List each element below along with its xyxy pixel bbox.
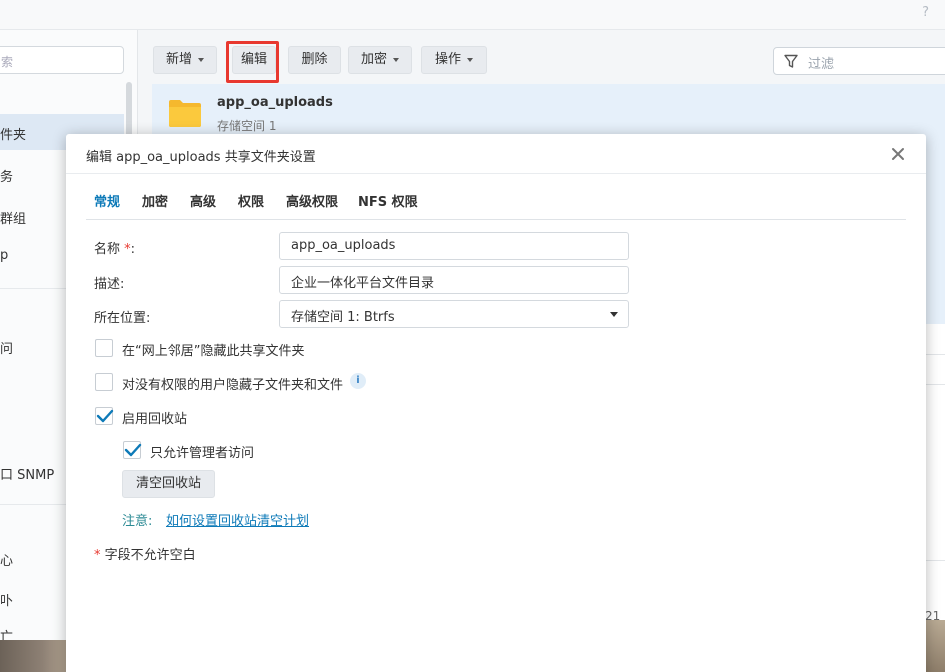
tabs-divider	[86, 219, 906, 220]
clear-recycle-bin-button[interactable]: 清空回收站	[122, 470, 215, 498]
admin-only-label: 只允许管理者访问	[150, 446, 255, 461]
filter-icon	[784, 54, 798, 68]
location-select[interactable]: 存储空间 1: Btrfs	[279, 300, 629, 328]
chevron-down-icon	[393, 57, 399, 62]
hide-subfolders-checkbox[interactable]	[95, 373, 113, 391]
tab-nfs-permissions[interactable]: NFS 权限	[358, 191, 418, 210]
folder-name: app_oa_uploads	[217, 95, 333, 110]
folder-volume: 存储空间 1	[217, 119, 277, 133]
checkmark-icon	[96, 409, 114, 423]
action-button-label: 操作	[434, 52, 461, 67]
tab-general[interactable]: 常规	[94, 191, 120, 210]
location-select-value: 存储空间 1: Btrfs	[291, 310, 395, 325]
sidebar-search-input[interactable]: 索	[0, 46, 124, 74]
chevron-down-icon	[467, 57, 473, 62]
chevron-down-icon	[198, 57, 204, 62]
location-label: 所在位置:	[94, 311, 151, 326]
name-label-text: 名称	[94, 242, 121, 257]
info-icon[interactable]: i	[350, 373, 366, 389]
desktop-wallpaper	[0, 640, 70, 672]
note-label: 注意:	[122, 514, 153, 529]
filter-input[interactable]: 过滤	[773, 47, 945, 75]
name-label-colon: :	[130, 242, 136, 257]
list-divider	[925, 560, 945, 561]
dialog-title: 编辑 app_oa_uploads 共享文件夹设置	[86, 150, 316, 165]
name-field[interactable]: app_oa_uploads	[279, 232, 629, 260]
dialog-header-divider	[66, 173, 926, 174]
edit-shared-folder-dialog: 编辑 app_oa_uploads 共享文件夹设置 常规 加密 高级 权限 高级…	[66, 134, 926, 672]
recycle-bin-checkbox[interactable]	[95, 407, 114, 425]
list-divider	[925, 384, 945, 385]
recycle-bin-label: 启用回收站	[122, 412, 188, 427]
recycle-schedule-link[interactable]: 如何设置回收站清空计划	[166, 510, 309, 529]
close-icon[interactable]	[890, 146, 906, 162]
hide-subfolders-label: 对没有权限的用户隐藏子文件夹和文件	[122, 378, 344, 393]
hide-in-network-checkbox[interactable]	[95, 339, 113, 357]
admin-only-checkbox[interactable]	[123, 441, 142, 459]
tab-permissions[interactable]: 权限	[238, 191, 264, 210]
help-icon[interactable]: ?	[922, 5, 929, 20]
sidebar-search-placeholder: 索	[1, 55, 14, 69]
tab-advanced-permissions[interactable]: 高级权限	[286, 191, 338, 210]
delete-button-label: 删除	[301, 52, 328, 67]
edit-button-highlight	[226, 41, 279, 83]
action-button[interactable]: 操作	[421, 46, 487, 74]
checkmark-icon	[124, 443, 142, 457]
chevron-down-icon	[610, 312, 618, 317]
encrypt-button-label: 加密	[360, 52, 387, 67]
tab-advanced[interactable]: 高级	[190, 191, 216, 210]
top-bar: ?	[0, 0, 945, 30]
folder-icon	[169, 100, 201, 127]
desktop-wallpaper	[926, 620, 945, 672]
description-label: 描述:	[94, 277, 125, 292]
encrypt-button[interactable]: 加密	[348, 46, 412, 74]
name-label: 名称 *:	[94, 238, 135, 257]
delete-button[interactable]: 删除	[288, 46, 341, 74]
hide-in-network-label: 在“网上邻居”隐藏此共享文件夹	[122, 344, 305, 359]
filter-placeholder: 过滤	[808, 57, 835, 72]
add-button[interactable]: 新增	[153, 46, 217, 74]
tab-encryption[interactable]: 加密	[142, 191, 168, 210]
footnote-text: 字段不允许空白	[100, 548, 196, 563]
add-button-label: 新增	[165, 52, 192, 67]
description-field[interactable]: 企业一体化平台文件目录	[279, 266, 629, 294]
required-footnote: * 字段不允许空白	[94, 544, 196, 563]
list-divider	[925, 354, 945, 355]
